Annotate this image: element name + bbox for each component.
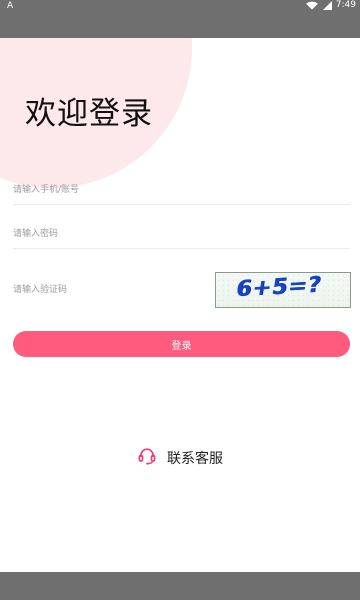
captcha-text: 6+5=? [234, 272, 324, 303]
status-time: 7:49 [335, 0, 356, 10]
page-title: 欢迎登录 [25, 96, 153, 132]
account-field [13, 176, 350, 205]
login-button[interactable]: 登录 [13, 331, 350, 357]
status-bar: A 7:49 [0, 0, 360, 38]
login-screen: A 7:49 欢迎登录 6+5=? 登录 [0, 0, 360, 600]
password-field [13, 220, 350, 249]
signal-icon [322, 0, 332, 10]
support-label: 联系客服 [167, 451, 223, 467]
headset-icon [137, 446, 157, 470]
captcha-input[interactable] [13, 276, 203, 304]
wifi-icon [305, 1, 318, 10]
captcha-row: 6+5=? [13, 272, 351, 308]
captcha-image[interactable]: 6+5=? [215, 272, 351, 308]
contact-support-button[interactable]: 联系客服 [0, 446, 360, 470]
navigation-bar [0, 572, 360, 600]
status-icons: 7:49 [305, 0, 356, 10]
password-input[interactable] [13, 220, 350, 248]
account-input[interactable] [13, 176, 350, 204]
status-app-icon: A [7, 1, 14, 11]
